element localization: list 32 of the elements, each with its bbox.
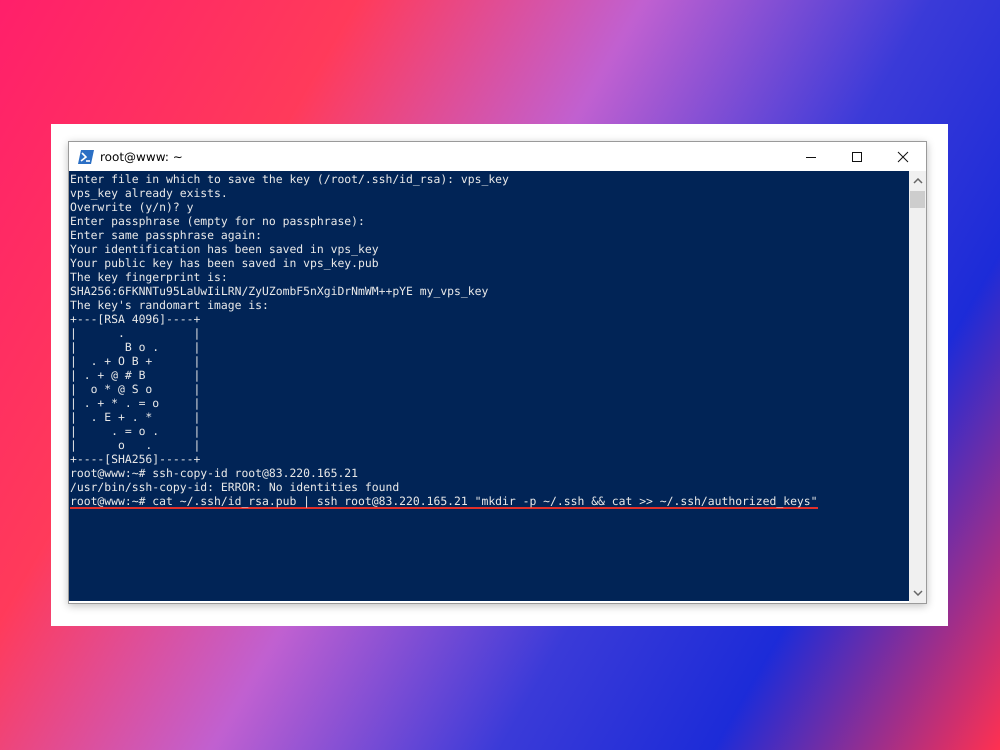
terminal-line: | . + * . = o | (70, 396, 200, 410)
terminal-line: Enter same passphrase again: (70, 228, 262, 242)
terminal-line: Enter file in which to save the key (/root/.ssh/id_rsa): vps_key (70, 172, 509, 186)
scrollbar[interactable] (909, 171, 926, 603)
terminal-line: Your public key has been saved in vps_key.pub (70, 256, 379, 270)
close-icon[interactable] (897, 150, 909, 162)
terminal-line: Overwrite (y/n)? y (70, 200, 194, 214)
terminal-line: /usr/bin/ssh-copy-id: ERROR: No identities found (70, 480, 400, 494)
terminal-line: +----[SHA256]-----+ (70, 452, 200, 466)
terminal-line: | . = o . | (70, 424, 200, 438)
terminal-line: | . E + . * | (70, 410, 200, 424)
terminal-line: The key fingerprint is: (70, 270, 228, 284)
maximize-icon[interactable] (851, 150, 863, 162)
terminal-line: | . + @ # B | (70, 368, 200, 382)
terminal-line: root@www:~# cat ~/.ssh/id_rsa.pub | ssh root@83.220.165.21 "mkdir -p ~/.ssh && cat >> ~/.ssh/authorized_keys" (70, 494, 818, 509)
terminal-line: | o . | (70, 438, 200, 452)
scroll-up-icon[interactable] (912, 178, 922, 184)
terminal-line: Your identification has been saved in vps_key (70, 242, 379, 256)
terminal-line: +---[RSA 4096]----+ (70, 312, 200, 326)
terminal-icon (78, 150, 94, 164)
terminal-line: SHA256:6FKNNTu95LaUwIiLRN/ZyUZombF5nXgiDrNmWM++pYE my_vps_key (70, 284, 488, 298)
terminal-line: Enter passphrase (empty for no passphrase): (70, 214, 365, 228)
scroll-down-icon[interactable] (912, 590, 922, 596)
terminal-line: | . | (70, 326, 200, 340)
terminal-line: | o * @ S o | (70, 382, 200, 396)
terminal-line: | B o . | (70, 340, 200, 354)
terminal-line: root@www:~# ssh-copy-id root@83.220.165.21 (70, 466, 358, 480)
window-title: root@www: ~ (100, 150, 183, 164)
terminal-line: | . + O B + | (70, 354, 200, 368)
terminal-line: vps_key already exists. (70, 186, 228, 200)
scrollbar-thumb[interactable] (910, 191, 925, 208)
terminal-line: The key's randomart image is: (70, 298, 269, 312)
